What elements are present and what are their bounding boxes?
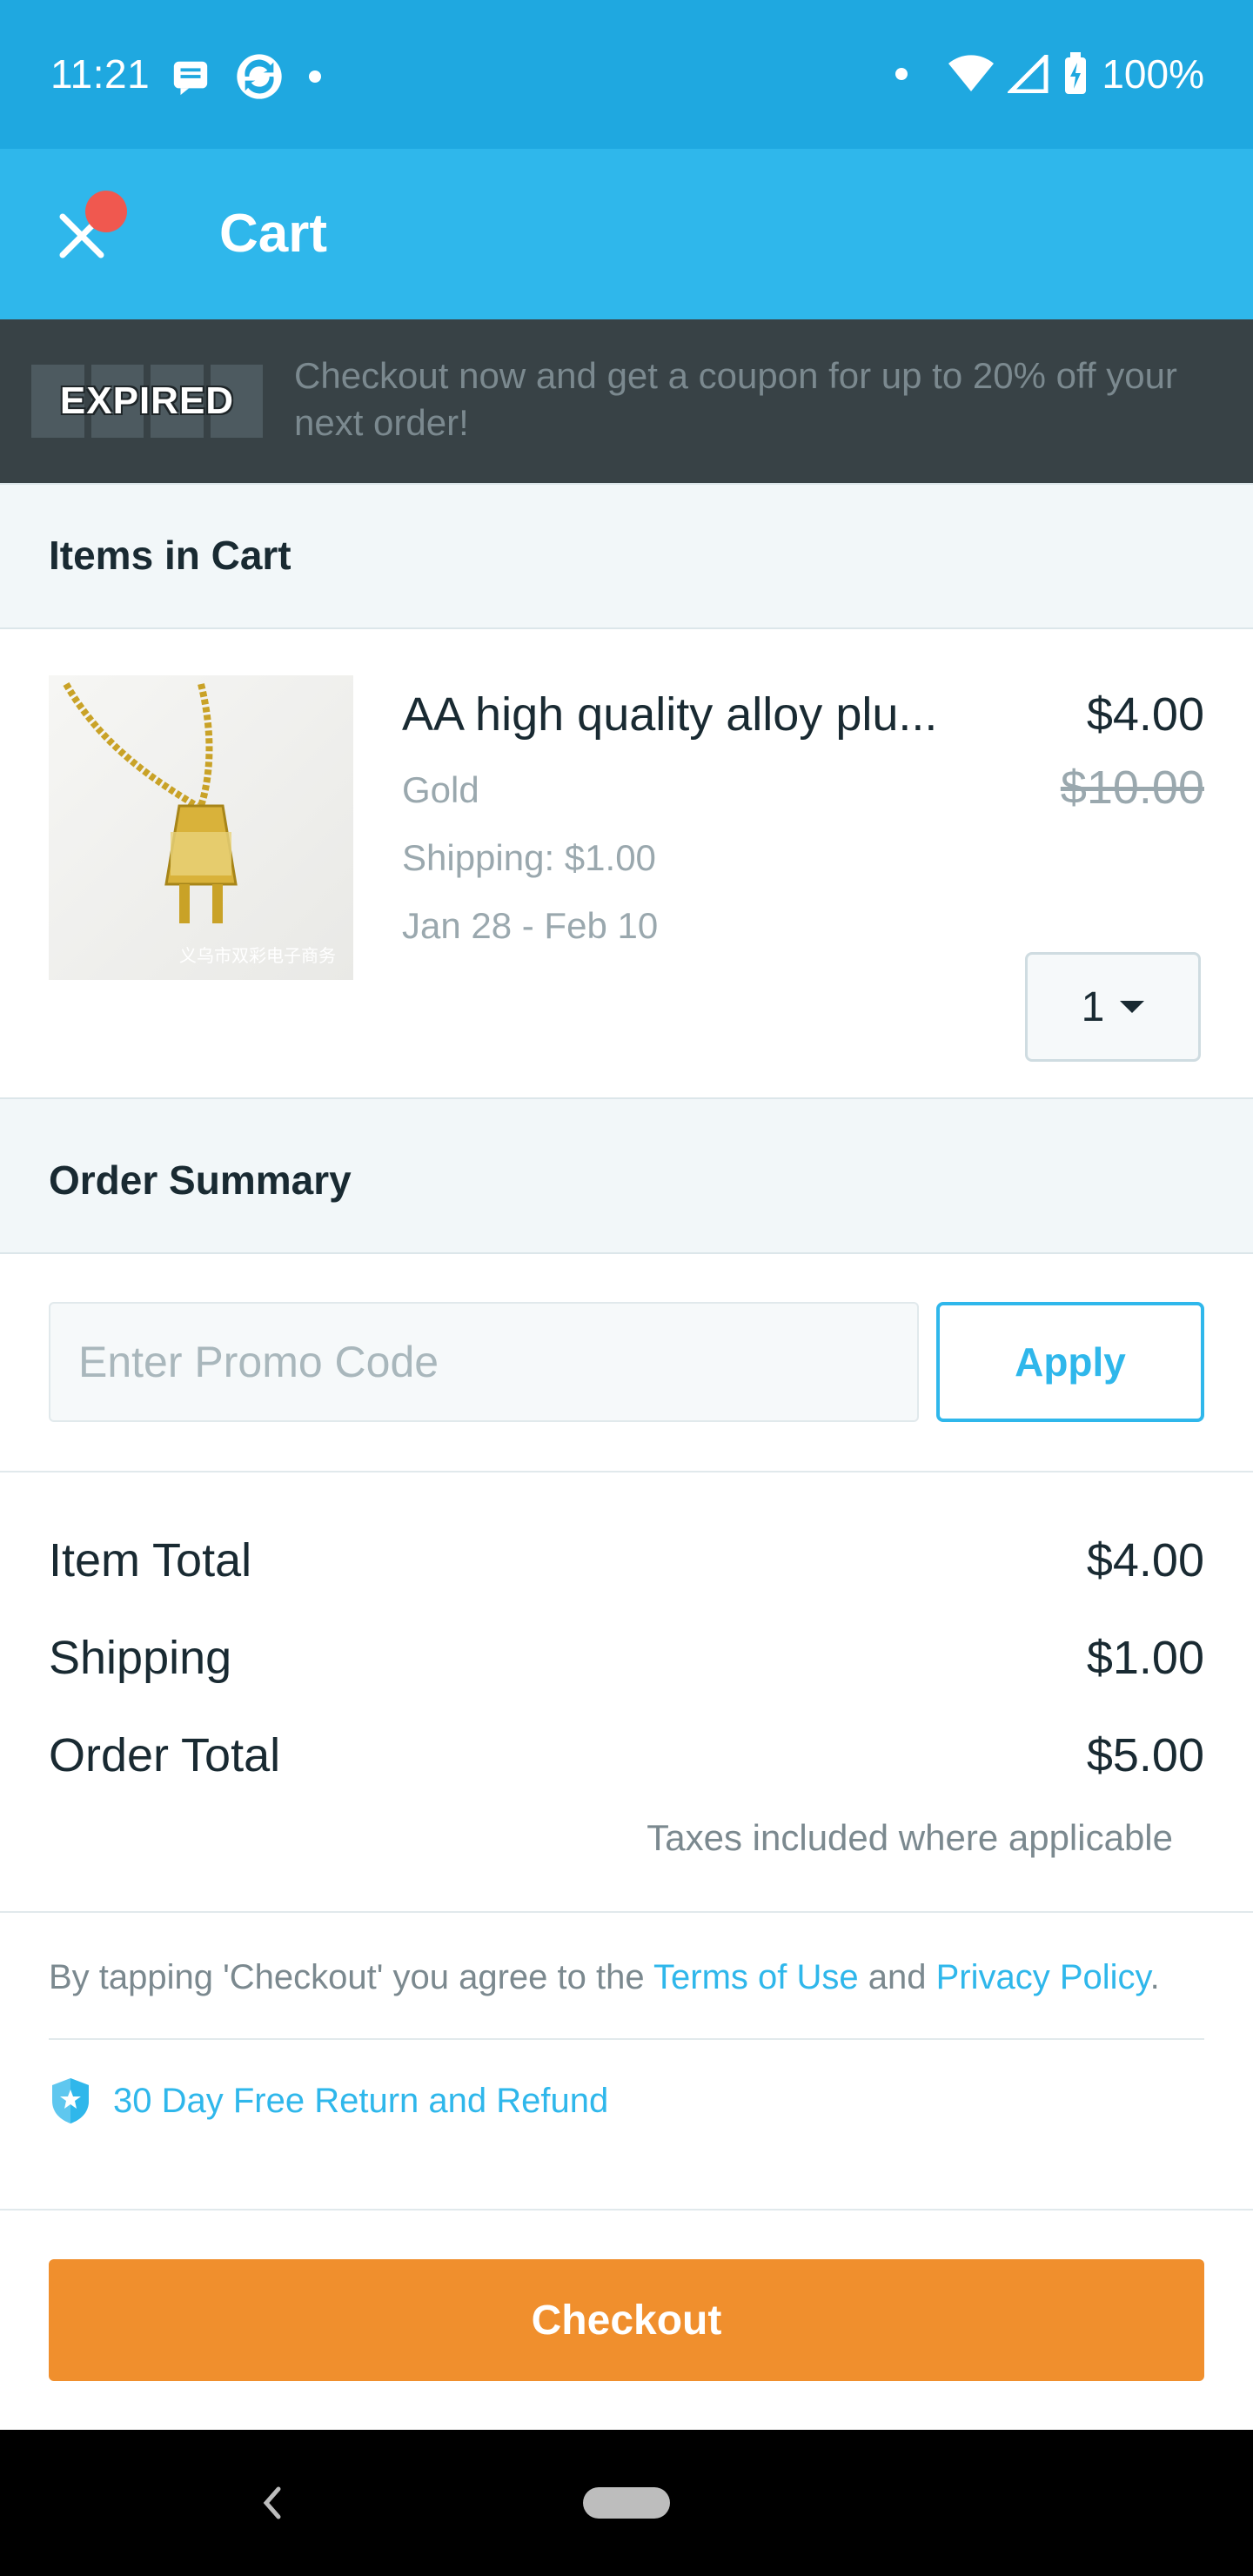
order-total-label: Order Total <box>49 1729 281 1781</box>
product-name[interactable]: AA high quality alloy plu... <box>402 688 1011 741</box>
divider <box>49 2038 1204 2040</box>
summary-section-header: Order Summary <box>0 1097 1253 1254</box>
page-title: Cart <box>219 204 328 264</box>
promo-banner[interactable]: EXPIRED Checkout now and get a coupon fo… <box>0 319 1253 483</box>
signal-icon <box>1008 55 1049 93</box>
divider <box>0 2209 1253 2210</box>
battery-charging-icon <box>1065 52 1087 94</box>
product-image[interactable]: 义乌市双彩电子商务 <box>49 675 353 980</box>
dot-icon <box>309 70 321 83</box>
tax-note: Taxes included where applicable <box>647 1817 1173 1858</box>
apply-button[interactable]: Apply <box>936 1302 1204 1422</box>
banner-message: Checkout now and get a coupon for up to … <box>294 355 1177 443</box>
quantity-value: 1 <box>1081 983 1105 1030</box>
system-nav-bar <box>0 2430 1253 2576</box>
expired-badge: EXPIRED <box>31 365 263 438</box>
necklace-plug-image <box>63 682 238 923</box>
sync-icon <box>237 54 282 99</box>
terms-prefix: By tapping 'Checkout' you agree to the <box>49 1958 653 1996</box>
divider <box>0 1471 1253 1472</box>
promo-code-input[interactable] <box>49 1302 919 1422</box>
app-bar: Cart <box>0 149 1253 319</box>
shield-star-icon <box>52 2078 89 2123</box>
product-variant: Gold <box>402 769 479 810</box>
quantity-dropdown[interactable]: 1 <box>1025 952 1201 1062</box>
item-total-value: $4.00 <box>1086 1534 1204 1587</box>
expired-label: EXPIRED <box>59 379 235 422</box>
home-pill[interactable] <box>583 2487 670 2519</box>
shipping-value: $1.00 <box>1086 1632 1204 1684</box>
return-policy-link[interactable]: 30 Day Free Return and Refund <box>49 2076 608 2125</box>
summary-section-title: Order Summary <box>49 1157 352 1203</box>
product-delivery-window: Jan 28 - Feb 10 <box>402 905 659 946</box>
terms-text: By tapping 'Checkout' you agree to the T… <box>49 1958 1160 1997</box>
terms-and: and <box>858 1958 936 1996</box>
status-time: 11:21 <box>50 51 151 97</box>
caret-down-icon <box>1120 1001 1145 1013</box>
checkout-button[interactable]: Checkout <box>49 2259 1204 2381</box>
notification-dot <box>85 191 127 232</box>
wifi-icon <box>948 55 995 91</box>
image-watermark: 义乌市双彩电子商务 <box>179 947 336 966</box>
battery-percent: 100% <box>1102 51 1204 97</box>
privacy-policy-link[interactable]: Privacy Policy <box>936 1958 1150 1996</box>
item-total-label: Item Total <box>49 1534 252 1587</box>
items-section-header: Items in Cart <box>0 483 1253 629</box>
product-shipping: Shipping: $1.00 <box>402 837 656 878</box>
status-bar: 11:21 100% <box>0 0 1253 149</box>
terms-suffix: . <box>1149 1958 1160 1996</box>
order-total-value: $5.00 <box>1086 1729 1204 1781</box>
status-left-icons <box>171 52 322 101</box>
divider <box>0 1911 1253 1913</box>
message-icon <box>173 61 208 96</box>
items-section-title: Items in Cart <box>49 533 291 578</box>
return-policy-label: 30 Day Free Return and Refund <box>113 2081 609 2120</box>
back-icon[interactable] <box>254 2477 289 2529</box>
shipping-label: Shipping <box>49 1632 232 1684</box>
dot-icon <box>895 68 908 80</box>
product-original-price: $10.00 <box>1060 761 1204 814</box>
terms-of-use-link[interactable]: Terms of Use <box>653 1958 859 1996</box>
status-right: 100% <box>895 50 1204 97</box>
product-price: $4.00 <box>1086 688 1204 741</box>
